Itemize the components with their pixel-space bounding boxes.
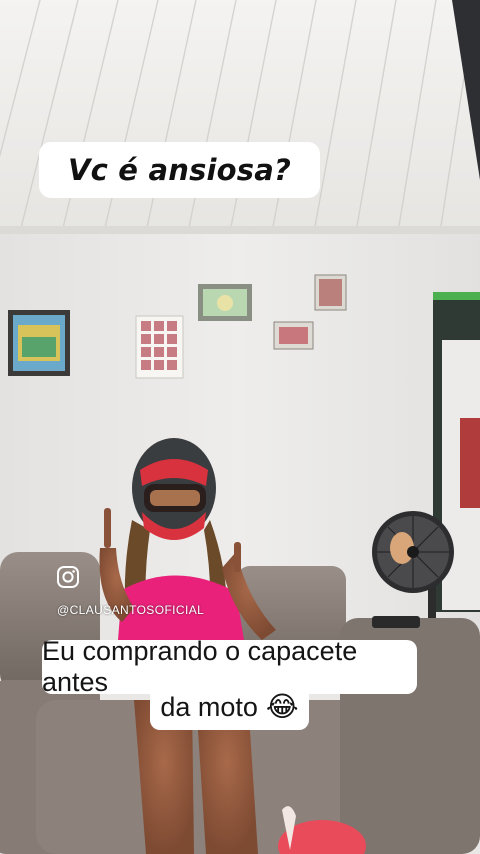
laughing-emoji-icon: 😂 xyxy=(265,690,299,723)
watermark-handle: @CLAUSANTOSOFICIAL xyxy=(57,603,205,617)
caption-question: Vc é ansiosa? xyxy=(39,142,320,198)
caption-line-2-text: da moto xyxy=(160,691,258,722)
caption-line-2: da moto 😂 xyxy=(150,684,309,730)
video-frame: @CLAUSANTOSOFICIAL Vc é ansiosa? Eu comp… xyxy=(0,0,480,854)
instagram-icon xyxy=(57,566,79,588)
caption-bottom: Eu comprando o capacete antes da moto 😂 xyxy=(0,636,480,732)
